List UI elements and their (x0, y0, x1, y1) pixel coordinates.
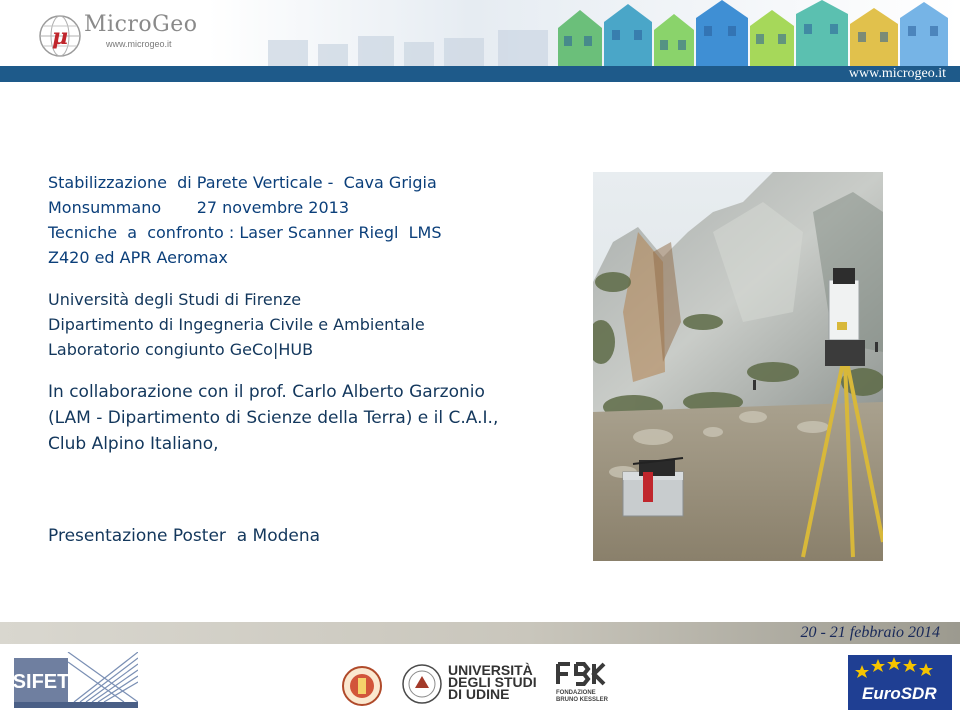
university-seal-icon[interactable] (402, 664, 442, 704)
title-line: Stabilizzazione di Parete Verticale - Ca… (48, 173, 437, 192)
university-seal-icon[interactable] (342, 666, 382, 706)
fbk-caption: FONDAZIONE BRUNO KESSLER (556, 690, 608, 704)
title-line: Monsummano 27 novembre 2013 (48, 198, 350, 217)
event-date: 20 - 21 febbraio 2014 (800, 624, 940, 641)
collaboration-line: (LAM - Dipartimento di Scienze della Ter… (48, 408, 499, 428)
microgeo-logo[interactable]: μ MicroGeo www.microgeo.it (38, 10, 242, 60)
sifet-emblem-icon: SIFET (13, 651, 139, 708)
udine-logo[interactable]: UNIVERSITÀ DEGLI STUDI DI UDINE (448, 663, 544, 701)
title-line: Tecniche a confronto : Laser Scanner Rie… (48, 223, 442, 242)
header-banner-graphic (208, 0, 960, 70)
institution-block: Università degli Studi di Firenze Dipart… (48, 287, 588, 362)
logo-text: MicroGeo (84, 12, 198, 37)
sifet-logo[interactable]: SIFET (13, 651, 139, 708)
globe-icon: μ (39, 15, 81, 57)
institution-line: Laboratorio congiunto GeCo|HUB (48, 340, 314, 359)
svg-text:SIFET: SIFET (14, 671, 69, 693)
presentation-text: Presentazione Poster a Modena (48, 526, 321, 546)
collaboration-line: Club Alpino Italiano, (48, 434, 219, 454)
eurosdr-text: EuroSDR (862, 684, 937, 703)
title-line: Z420 ed APR Aeromax (48, 248, 228, 267)
collaboration-block: In collaborazione con il prof. Carlo Alb… (48, 379, 588, 457)
header-bar (0, 66, 960, 82)
quarry-photo (593, 172, 883, 561)
title-block: Stabilizzazione di Parete Verticale - Ca… (48, 170, 588, 270)
fbk-caption-line: BRUNO KESSLER (556, 697, 609, 703)
logo-url: www.microgeo.it (106, 39, 172, 49)
svg-text:μ: μ (52, 24, 68, 50)
fbk-caption-line: FONDAZIONE (556, 690, 596, 696)
header: μ MicroGeo www.microgeo.it www.microgeo.… (0, 0, 960, 82)
slide-body: Stabilizzazione di Parete Verticale - Ca… (48, 170, 588, 457)
header-url[interactable]: www.microgeo.it (849, 66, 946, 82)
institution-line: Dipartimento di Ingegneria Civile e Ambi… (48, 315, 425, 334)
collaboration-line: In collaborazione con il prof. Carlo Alb… (48, 382, 485, 402)
institution-line: Università degli Studi di Firenze (48, 290, 302, 309)
